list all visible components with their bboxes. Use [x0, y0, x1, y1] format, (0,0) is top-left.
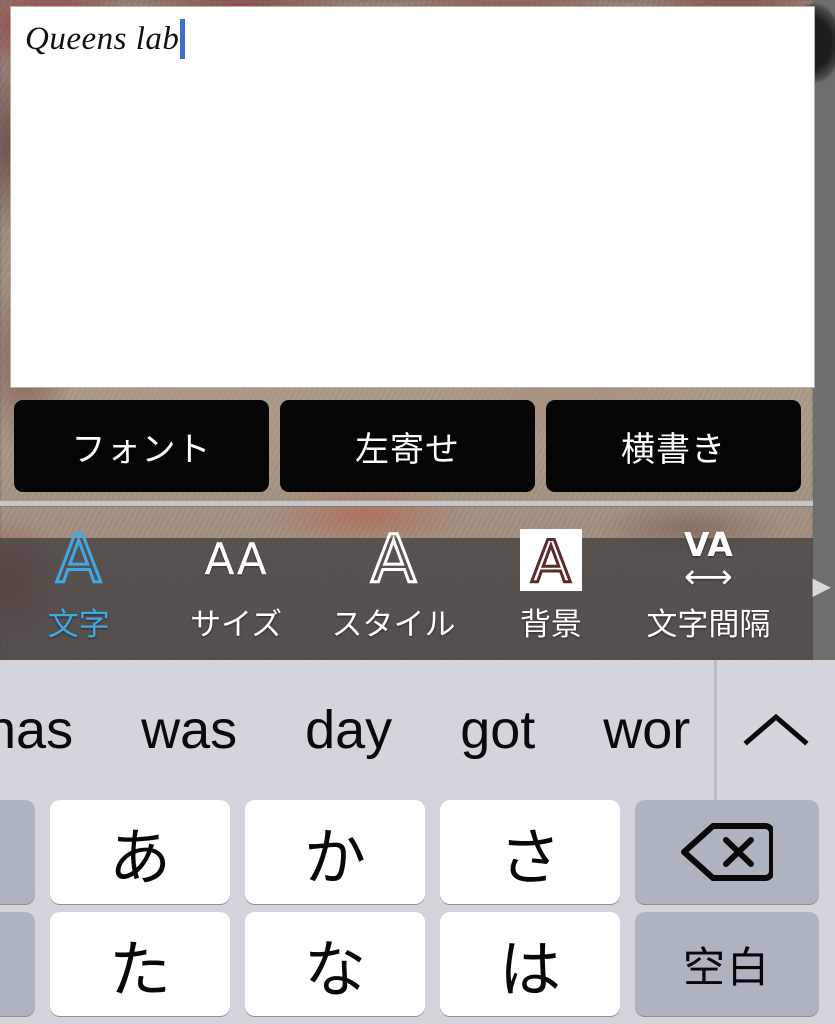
tool-item-background[interactable]: A 背景	[472, 507, 629, 660]
screen: Queens lab フォント 左寄せ 横書き A 文字 AA サイズ A スタ…	[0, 0, 835, 1024]
writing-direction-button[interactable]: 横書き	[546, 400, 801, 492]
keyboard: has was day got wor あ か さ た な は 空白	[0, 660, 835, 1024]
tool-item-letter-spacing[interactable]: VA ⟷ 文字間隔	[630, 507, 787, 660]
suggestion-expand-button[interactable]	[717, 660, 835, 800]
double-a-size-icon: AA	[204, 534, 268, 585]
suggestion-word[interactable]: was	[107, 699, 271, 761]
tool-label-letter-spacing: 文字間隔	[646, 607, 771, 643]
key-ha[interactable]: は	[440, 912, 620, 1016]
letter-a-outline-icon: A	[55, 521, 103, 598]
suggestion-word[interactable]: day	[271, 699, 426, 761]
tool-label-background: 背景	[519, 607, 582, 643]
suggestion-word[interactable]: has	[0, 699, 107, 761]
tool-item-style[interactable]: A スタイル	[315, 507, 472, 660]
key-partial-left-row1[interactable]	[0, 800, 35, 904]
key-na[interactable]: な	[245, 912, 425, 1016]
key-sa[interactable]: さ	[440, 800, 620, 904]
toolbar-scroll-right-icon[interactable]: ▶	[813, 575, 831, 599]
text-editor-canvas[interactable]: Queens lab	[10, 6, 815, 388]
suggestion-word[interactable]: got	[426, 699, 569, 761]
align-left-button[interactable]: 左寄せ	[280, 400, 535, 492]
key-ka[interactable]: か	[245, 800, 425, 904]
tool-label-text: 文字	[47, 607, 110, 643]
tool-label-style: スタイル	[331, 607, 456, 643]
space-key[interactable]: 空白	[635, 912, 819, 1016]
keyboard-row-2: た な は 空白	[0, 912, 835, 1024]
suggestion-word-list: has was day got wor	[0, 699, 724, 761]
text-cursor-caret	[180, 19, 186, 59]
tool-item-size[interactable]: AA サイズ	[157, 507, 314, 660]
editor-text[interactable]: Queens lab	[25, 19, 179, 59]
letter-a-style-icon: A	[369, 521, 417, 598]
key-ta[interactable]: た	[50, 912, 230, 1016]
letter-spacing-icon: VA ⟷	[683, 525, 733, 597]
background-right-gutter	[813, 0, 835, 660]
keyboard-row-1: あ か さ	[0, 800, 835, 912]
option-button-row: フォント 左寄せ 横書き	[14, 400, 801, 492]
key-a[interactable]: あ	[50, 800, 230, 904]
letter-a-background-icon: A	[519, 523, 582, 597]
suggestion-word[interactable]: wor	[569, 699, 724, 761]
key-partial-left-row2[interactable]	[0, 912, 35, 1016]
icon-toolbar[interactable]: A 文字 AA サイズ A スタイル A 背景 VA ⟷ 文字間隔	[0, 507, 813, 660]
tool-item-text[interactable]: A 文字	[0, 507, 157, 660]
backspace-key[interactable]	[635, 800, 819, 904]
toolbar-divider	[0, 500, 813, 507]
editor-text-line: Queens lab	[25, 19, 186, 59]
backspace-icon	[681, 823, 773, 881]
font-button[interactable]: フォント	[14, 400, 269, 492]
tool-label-size: サイズ	[190, 607, 283, 643]
chevron-up-icon	[743, 713, 809, 746]
suggestion-bar[interactable]: has was day got wor	[0, 660, 835, 800]
